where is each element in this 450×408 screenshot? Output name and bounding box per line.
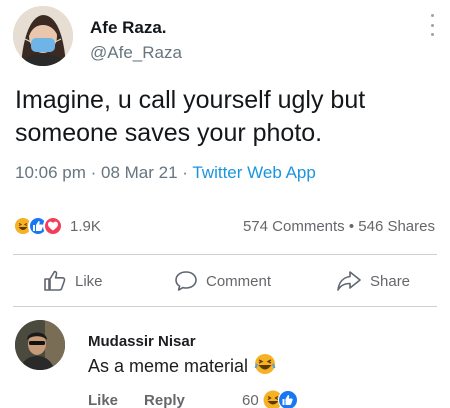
share-label: Share xyxy=(370,272,411,290)
shares-count[interactable]: 546 Shares xyxy=(358,218,435,235)
tweet-meta: 10:06 pm · 08 Mar 21 · Twitter Web App xyxy=(15,163,316,183)
reaction-count: 1.9K xyxy=(70,217,101,235)
love-icon xyxy=(43,216,63,236)
thumbs-up-icon xyxy=(44,270,66,291)
comment-reactions[interactable]: 60 xyxy=(242,390,298,408)
comments-count[interactable]: 574 Comments xyxy=(243,218,345,235)
engagement-separator: • xyxy=(344,218,359,235)
commenter-photo xyxy=(15,320,65,370)
comment-reaction-count: 60 xyxy=(242,391,259,408)
comment-icon xyxy=(175,271,197,291)
meta-separator: · xyxy=(177,163,193,182)
meta-separator: · xyxy=(85,163,101,182)
more-options-icon[interactable] xyxy=(427,14,437,36)
comment-actions: Like Reply xyxy=(88,392,211,408)
commenter-name[interactable]: Mudassir Nisar xyxy=(88,333,196,350)
tweet-date: 08 Mar 21 xyxy=(101,163,178,182)
comment-like-button[interactable]: Like xyxy=(88,392,118,408)
comment-reply-button[interactable]: Reply xyxy=(144,392,185,408)
comment-item: Mudassir Nisar As a meme material Like R… xyxy=(15,320,435,408)
avatar-photo xyxy=(13,6,73,66)
author-avatar[interactable] xyxy=(13,6,73,66)
share-icon xyxy=(337,271,361,291)
reaction-icons xyxy=(13,216,63,236)
comment-label: Comment xyxy=(206,272,272,290)
like-button[interactable]: Like xyxy=(43,270,103,292)
like-label: Like xyxy=(75,272,103,290)
author-handle[interactable]: @Afe_Raza xyxy=(90,43,182,63)
post-action-bar: Like Comment Share xyxy=(0,258,450,306)
share-button[interactable]: Share xyxy=(336,270,410,292)
laughing-emoji-icon xyxy=(254,353,276,380)
tweet-header: Afe Raza. @Afe_Raza xyxy=(13,6,437,68)
comment-body: As a meme material xyxy=(88,356,249,376)
tweet-app-link[interactable]: Twitter Web App xyxy=(192,163,315,182)
tweet-time: 10:06 pm xyxy=(15,163,86,182)
author-name[interactable]: Afe Raza. xyxy=(90,18,167,38)
engagement-stats: 574 Comments • 546 Shares xyxy=(243,218,435,235)
comment-button[interactable]: Comment xyxy=(174,270,271,292)
comment-text: As a meme material xyxy=(88,353,276,380)
tweet-text: Imagine, u call yourself ugly but someon… xyxy=(15,86,366,147)
commenter-avatar[interactable] xyxy=(15,320,65,370)
divider xyxy=(13,254,437,255)
like-icon xyxy=(277,390,298,408)
divider xyxy=(13,306,437,307)
reactions-summary[interactable]: 1.9K xyxy=(13,216,101,236)
